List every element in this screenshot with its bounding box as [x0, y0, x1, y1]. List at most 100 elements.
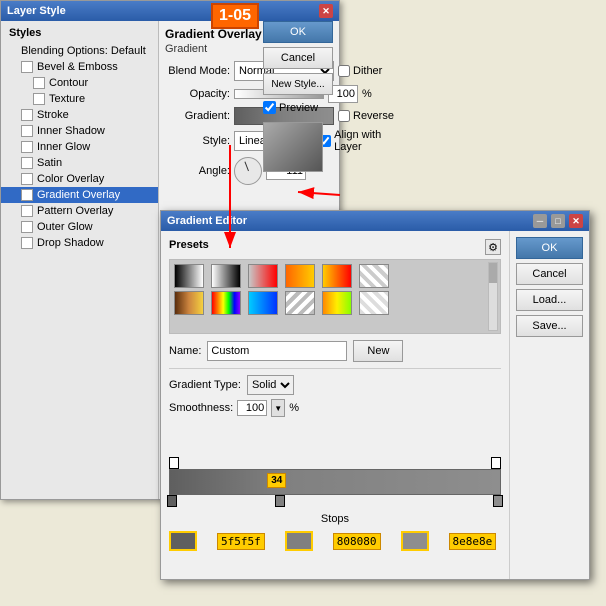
- color-stop-1[interactable]: [167, 495, 177, 507]
- stop3-swatch[interactable]: [401, 531, 429, 551]
- preset-4[interactable]: [285, 264, 315, 288]
- bevel-emboss-checkbox[interactable]: [21, 61, 33, 73]
- stop2-value: 808080: [333, 533, 381, 550]
- layer-style-sidebar: Styles Blending Options: Default Bevel &…: [1, 21, 159, 499]
- opacity-stop-right[interactable]: [491, 457, 501, 469]
- pattern-overlay-checkbox[interactable]: [21, 205, 33, 217]
- smoothness-label: Smoothness:: [169, 402, 233, 414]
- sidebar-item-contour[interactable]: Contour: [1, 75, 158, 91]
- drop-shadow-checkbox[interactable]: [21, 237, 33, 249]
- stroke-checkbox[interactable]: [21, 109, 33, 121]
- preset-6[interactable]: [359, 264, 389, 288]
- sidebar-item-inner-shadow[interactable]: Inner Shadow: [1, 123, 158, 139]
- stop1-swatch[interactable]: [169, 531, 197, 551]
- ge-close-button[interactable]: ✕: [569, 214, 583, 228]
- satin-label: Satin: [37, 157, 62, 169]
- angle-label: Angle:: [165, 165, 230, 177]
- layer-style-close-button[interactable]: ✕: [319, 4, 333, 18]
- sidebar-item-bevel-emboss[interactable]: Bevel & Emboss: [1, 59, 158, 75]
- sidebar-item-satin[interactable]: Satin: [1, 155, 158, 171]
- sidebar-item-inner-glow[interactable]: Inner Glow: [1, 139, 158, 155]
- drop-shadow-label: Drop Shadow: [37, 237, 104, 249]
- outer-glow-checkbox[interactable]: [21, 221, 33, 233]
- preview-checkbox[interactable]: [263, 101, 276, 114]
- presets-settings-icon[interactable]: ⚙: [485, 239, 501, 255]
- preset-7[interactable]: [174, 291, 204, 315]
- gradient-name-input[interactable]: Custom: [207, 341, 347, 361]
- cancel-button[interactable]: Cancel: [263, 47, 333, 69]
- gradient-editor-buttons: OK Cancel Load... Save...: [509, 231, 589, 579]
- new-style-button[interactable]: New Style...: [263, 73, 333, 95]
- sidebar-item-gradient-overlay[interactable]: ✓ Gradient Overlay: [1, 187, 158, 203]
- presets-scrollbar[interactable]: [488, 262, 498, 331]
- opacity-stops-area: [169, 455, 501, 469]
- layer-style-titlebar: Layer Style ✕: [1, 1, 339, 21]
- ge-maximize-button[interactable]: □: [551, 214, 565, 228]
- texture-checkbox[interactable]: [33, 93, 45, 105]
- preset-8[interactable]: [211, 291, 241, 315]
- sidebar-item-blending-options[interactable]: Blending Options: Default: [1, 43, 158, 59]
- inner-shadow-label: Inner Shadow: [37, 125, 105, 137]
- preset-3[interactable]: [248, 264, 278, 288]
- stop-position-label: 34: [267, 473, 286, 488]
- preset-1[interactable]: [174, 264, 204, 288]
- gradient-bar[interactable]: [169, 469, 501, 495]
- layer-style-title: Layer Style: [7, 5, 66, 17]
- ge-save-button[interactable]: Save...: [516, 315, 583, 337]
- sidebar-item-stroke[interactable]: Stroke: [1, 107, 158, 123]
- color-stop-3[interactable]: [493, 495, 503, 507]
- preset-12[interactable]: [359, 291, 389, 315]
- preview-row: Preview: [263, 101, 333, 114]
- layer-style-buttons: OK Cancel New Style... Preview: [263, 21, 333, 172]
- ge-load-button[interactable]: Load...: [516, 289, 583, 311]
- gradient-name-label: Name:: [169, 345, 201, 357]
- sidebar-item-texture[interactable]: Texture: [1, 91, 158, 107]
- preview-label: Preview: [279, 102, 318, 114]
- smoothness-stepper[interactable]: ▼: [271, 399, 285, 417]
- gradient-label: Gradient:: [165, 110, 230, 122]
- ge-cancel-button[interactable]: Cancel: [516, 263, 583, 285]
- color-stops-area: 34: [169, 495, 501, 509]
- dither-checkbox[interactable]: [338, 65, 350, 77]
- preset-2[interactable]: [211, 264, 241, 288]
- inner-shadow-checkbox[interactable]: [21, 125, 33, 137]
- opacity-unit: %: [362, 88, 372, 100]
- color-stop-2[interactable]: [275, 495, 285, 507]
- contour-checkbox[interactable]: [33, 77, 45, 89]
- preset-10[interactable]: [285, 291, 315, 315]
- preset-11[interactable]: [322, 291, 352, 315]
- smoothness-unit: %: [289, 402, 299, 414]
- ge-ok-button[interactable]: OK: [516, 237, 583, 259]
- gradient-editor-title: Gradient Editor: [167, 215, 247, 227]
- stop2-swatch[interactable]: [285, 531, 313, 551]
- smoothness-value[interactable]: 100: [237, 400, 267, 416]
- gradient-new-button[interactable]: New: [353, 340, 403, 362]
- presets-label: Presets: [169, 239, 209, 251]
- outer-glow-label: Outer Glow: [37, 221, 93, 233]
- pattern-overlay-label: Pattern Overlay: [37, 205, 113, 217]
- smoothness-row: Smoothness: 100 ▼ %: [169, 399, 501, 417]
- reverse-checkbox[interactable]: [338, 110, 350, 122]
- bevel-emboss-label: Bevel & Emboss: [37, 61, 118, 73]
- opacity-stop-left[interactable]: [169, 457, 179, 469]
- stop1-value: 5f5f5f: [217, 533, 265, 550]
- badge-label: 1-05: [211, 3, 259, 29]
- inner-glow-checkbox[interactable]: [21, 141, 33, 153]
- preset-5[interactable]: [322, 264, 352, 288]
- sidebar-item-color-overlay[interactable]: Color Overlay: [1, 171, 158, 187]
- gradient-overlay-checkbox[interactable]: ✓: [21, 189, 33, 201]
- ok-button[interactable]: OK: [263, 21, 333, 43]
- sidebar-item-pattern-overlay[interactable]: Pattern Overlay: [1, 203, 158, 219]
- sidebar-item-outer-glow[interactable]: Outer Glow: [1, 219, 158, 235]
- gradient-type-select[interactable]: Solid: [247, 375, 294, 395]
- color-overlay-checkbox[interactable]: [21, 173, 33, 185]
- sidebar-item-drop-shadow[interactable]: Drop Shadow: [1, 235, 158, 251]
- gradient-name-row: Name: Custom New: [169, 340, 501, 362]
- angle-dial[interactable]: [234, 157, 262, 185]
- presets-scrollbar-thumb[interactable]: [489, 263, 497, 283]
- preset-9[interactable]: [248, 291, 278, 315]
- blending-options-label: Blending Options: Default: [21, 45, 146, 57]
- align-layer-label: Align with Layer: [334, 129, 394, 153]
- ge-minimize-button[interactable]: ─: [533, 214, 547, 228]
- satin-checkbox[interactable]: [21, 157, 33, 169]
